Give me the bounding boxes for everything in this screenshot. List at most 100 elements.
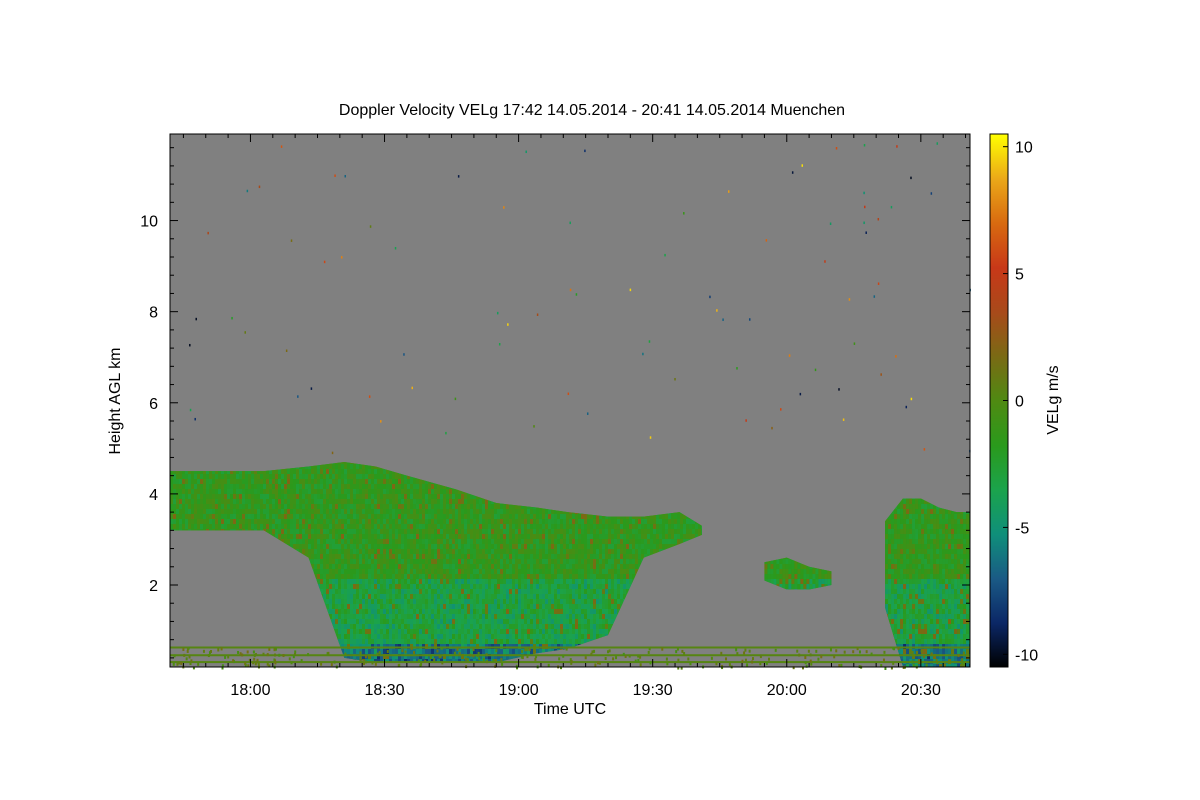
velocity-cell xyxy=(242,479,245,484)
velocity-cell xyxy=(299,519,302,524)
velocity-cell xyxy=(239,479,242,484)
velocity-cell xyxy=(230,479,233,484)
velocity-cell xyxy=(200,479,203,484)
velocity-cell xyxy=(176,499,179,504)
velocity-cell xyxy=(242,504,245,509)
velocity-cell xyxy=(194,494,197,499)
velocity-cell xyxy=(188,524,191,529)
velocity-cell xyxy=(206,494,209,499)
velocity-cell xyxy=(176,504,179,509)
velocity-cell xyxy=(203,489,206,494)
velocity-cell xyxy=(266,484,269,489)
velocity-cell xyxy=(221,484,224,489)
velocity-cell xyxy=(209,519,212,524)
velocity-cell xyxy=(203,494,206,499)
velocity-cell xyxy=(296,529,299,534)
velocity-cell xyxy=(233,504,236,509)
velocity-cell xyxy=(287,509,290,514)
velocity-cell xyxy=(290,524,293,529)
velocity-cell xyxy=(206,514,209,519)
velocity-cell xyxy=(197,514,200,519)
velocity-cell xyxy=(206,499,209,504)
velocity-cell xyxy=(305,494,308,499)
velocity-cell xyxy=(227,504,230,509)
velocity-cell xyxy=(281,519,284,524)
velocity-cell xyxy=(245,504,248,509)
velocity-cell xyxy=(200,474,203,479)
velocity-cell xyxy=(305,484,308,489)
velocity-cell xyxy=(296,514,299,519)
velocity-cell xyxy=(236,499,239,504)
velocity-cell xyxy=(260,509,263,514)
velocity-cell xyxy=(287,539,290,544)
velocity-cell xyxy=(272,479,275,484)
velocity-cell xyxy=(218,474,221,479)
velocity-cell xyxy=(275,509,278,514)
velocity-cell xyxy=(257,479,260,484)
velocity-cell xyxy=(257,494,260,499)
velocity-cell xyxy=(302,524,305,529)
velocity-cell xyxy=(224,484,227,489)
velocity-cell xyxy=(257,509,260,514)
velocity-cell xyxy=(275,504,278,509)
velocity-cell xyxy=(209,484,212,489)
velocity-cell xyxy=(263,484,266,489)
velocity-cell xyxy=(305,469,308,474)
velocity-cell xyxy=(173,499,176,504)
velocity-cell xyxy=(230,514,233,519)
velocity-cell xyxy=(245,474,248,479)
velocity-cell xyxy=(212,514,215,519)
velocity-cell xyxy=(242,474,245,479)
velocity-cell xyxy=(200,509,203,514)
velocity-cell xyxy=(203,499,206,504)
velocity-cell xyxy=(248,514,251,519)
velocity-cell xyxy=(269,514,272,519)
velocity-cell xyxy=(215,509,218,514)
velocity-cell xyxy=(194,519,197,524)
velocity-cell xyxy=(191,504,194,509)
velocity-cell xyxy=(296,469,299,474)
velocity-cell xyxy=(242,524,245,529)
velocity-cell xyxy=(212,494,215,499)
velocity-cell xyxy=(299,544,302,549)
velocity-cell xyxy=(302,529,305,534)
velocity-cell xyxy=(299,509,302,514)
velocity-cell xyxy=(296,499,299,504)
velocity-cell xyxy=(176,494,179,499)
velocity-cell xyxy=(176,524,179,529)
velocity-cell xyxy=(212,474,215,479)
velocity-cell xyxy=(254,509,257,514)
velocity-cell xyxy=(296,539,299,544)
velocity-cell xyxy=(197,519,200,524)
velocity-cell xyxy=(188,479,191,484)
velocity-cell xyxy=(278,534,281,539)
velocity-cell xyxy=(269,479,272,484)
velocity-cell xyxy=(245,479,248,484)
velocity-cell xyxy=(206,509,209,514)
velocity-cell xyxy=(200,484,203,489)
velocity-cell xyxy=(284,524,287,529)
velocity-cell xyxy=(194,484,197,489)
velocity-cell xyxy=(266,499,269,504)
velocity-cell xyxy=(284,499,287,504)
velocity-cell xyxy=(290,534,293,539)
velocity-cell xyxy=(233,509,236,514)
velocity-cell xyxy=(251,524,254,529)
velocity-cell xyxy=(302,489,305,494)
velocity-cell xyxy=(305,499,308,504)
velocity-cell xyxy=(206,519,209,524)
velocity-cell xyxy=(191,524,194,529)
velocity-cell xyxy=(197,474,200,479)
velocity-cell xyxy=(203,504,206,509)
velocity-cell xyxy=(179,499,182,504)
velocity-cell xyxy=(194,499,197,504)
velocity-cell xyxy=(215,514,218,519)
velocity-cell xyxy=(206,479,209,484)
velocity-cell xyxy=(275,529,278,534)
velocity-cell xyxy=(239,474,242,479)
velocity-cell xyxy=(218,489,221,494)
velocity-cell xyxy=(230,519,233,524)
velocity-cell xyxy=(173,474,176,479)
velocity-cell xyxy=(266,524,269,529)
velocity-cell xyxy=(278,479,281,484)
